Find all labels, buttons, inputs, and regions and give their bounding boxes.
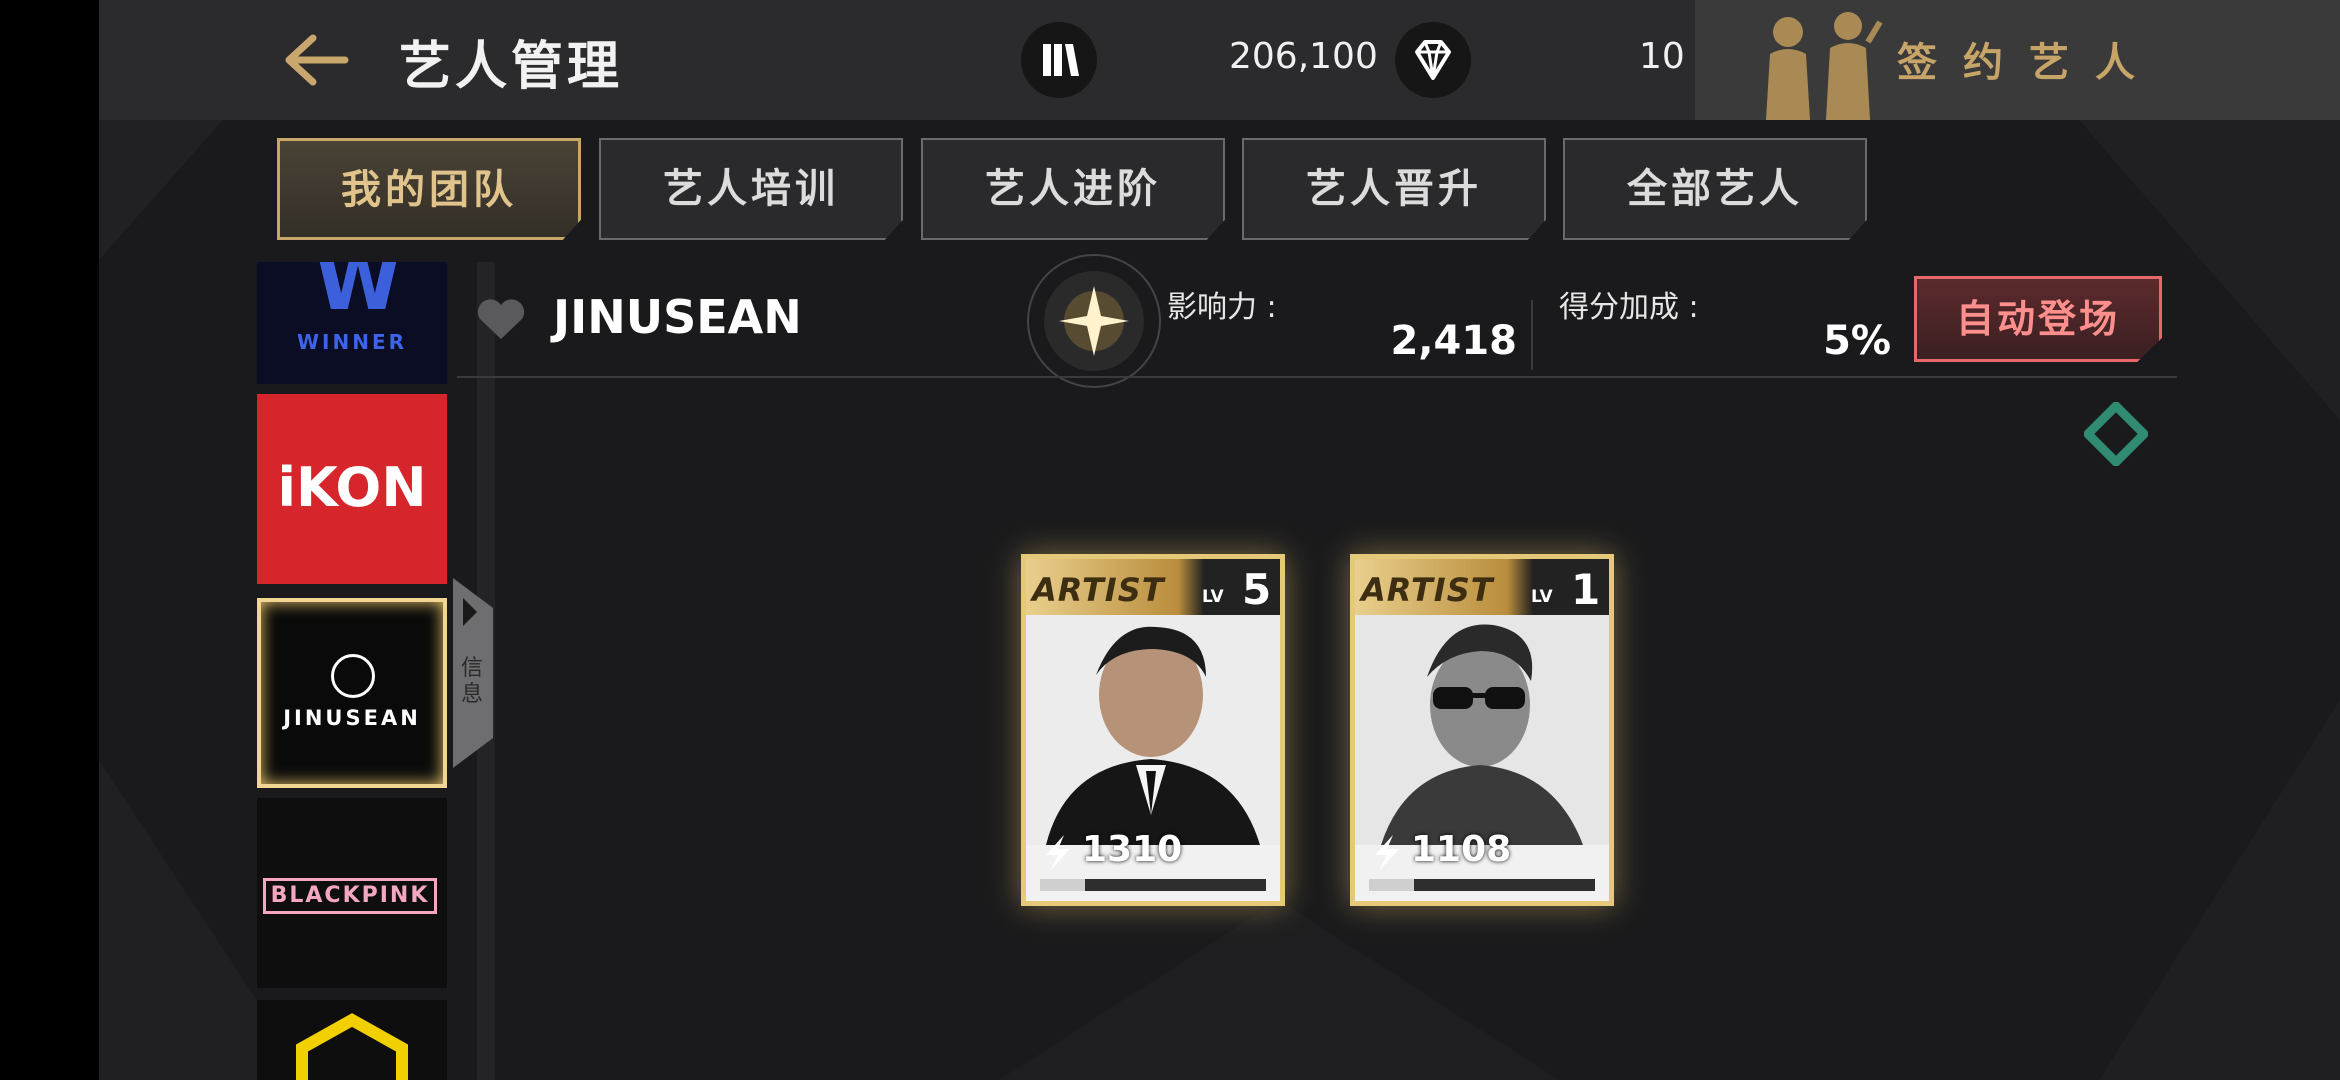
heart-icon[interactable]	[474, 295, 528, 347]
info-side-tab-label: 信息	[461, 656, 484, 707]
bars-icon[interactable]	[1021, 22, 1097, 98]
diamond-outline-glyph	[2081, 399, 2151, 469]
arrow-left-icon	[285, 34, 349, 86]
card-header: ARTIST LV 1	[1355, 559, 1609, 615]
artist-card[interactable]: ARTIST LV 1 1108	[1350, 554, 1614, 906]
diamond-icon[interactable]	[1395, 22, 1471, 98]
artist-portrait	[1026, 615, 1280, 845]
app-root: 艺人管理 206,100 10 签约艺人 我的团队 艺人培训 艺人进阶 艺人晋升…	[99, 0, 2340, 1080]
sign-artist-label: 签约艺人	[1897, 40, 2161, 86]
diamond-icon-glyph	[1415, 40, 1451, 80]
group-label-winner: WINNER	[296, 330, 408, 354]
card-level: 5	[1242, 565, 1272, 614]
header-divider	[457, 376, 2177, 378]
stat-divider	[1531, 300, 1533, 370]
artist-card[interactable]: ARTIST LV 5 1310	[1021, 554, 1285, 906]
card-progress-bar	[1369, 879, 1595, 891]
tab-my-team[interactable]: 我的团队	[277, 138, 581, 240]
diamond-outline-icon[interactable]	[2081, 399, 2151, 469]
star-emblem-icon	[1027, 254, 1161, 388]
card-artist-word: ARTIST	[1361, 571, 1494, 609]
winner-logo-mark: W	[315, 262, 402, 328]
group-item-winner[interactable]: W WINNER	[257, 262, 447, 384]
card-progress-fill	[1369, 879, 1415, 891]
bars-icon-glyph	[1043, 44, 1079, 76]
sign-artist-button[interactable]: 签约艺人	[1695, 0, 2340, 120]
card-level-label: LV	[1531, 587, 1553, 607]
tab-artist-advance[interactable]: 艺人进阶	[921, 138, 1225, 240]
group-item-ikon[interactable]: iKON	[257, 394, 447, 584]
tab-artist-training[interactable]: 艺人培训	[599, 138, 903, 240]
card-level-label: LV	[1202, 587, 1224, 607]
group-item-blackpink[interactable]: BLACKPINK	[257, 798, 447, 988]
tab-all-artists[interactable]: 全部艺人	[1563, 138, 1867, 240]
info-side-tab[interactable]: 信息	[453, 578, 493, 768]
card-level: 1	[1571, 565, 1601, 614]
yg-logo-icon	[296, 1013, 408, 1080]
score-bonus-label: 得分加成 :	[1559, 290, 1699, 325]
group-label-ikon: iKON	[277, 456, 427, 519]
lightning-icon	[1046, 835, 1070, 871]
score-bonus-value: 5%	[1823, 318, 1891, 364]
auto-deploy-button[interactable]: 自动登场	[1914, 276, 2162, 362]
card-progress-bar	[1040, 879, 1266, 891]
heart-icon-glyph	[477, 299, 525, 339]
currency-value: 206,100	[1229, 36, 1378, 77]
singers-silhouette-icon	[1766, 12, 1883, 120]
page-title: 艺人管理	[399, 37, 624, 97]
group-name: JINUSEAN	[553, 290, 802, 344]
card-artist-word: ARTIST	[1032, 571, 1165, 609]
diamond-value: 10	[1639, 36, 1685, 77]
influence-label: 影响力 :	[1167, 290, 1277, 325]
group-label-blackpink: BLACKPINK	[263, 878, 437, 914]
lightning-icon	[1375, 835, 1399, 871]
jinusean-logo-icon	[331, 654, 375, 698]
tab-artist-promotion[interactable]: 艺人晋升	[1242, 138, 1546, 240]
card-header: ARTIST LV 5	[1026, 559, 1280, 615]
group-list[interactable]: W WINNER iKON JINUSEAN BLACKPINK	[257, 262, 447, 1080]
top-bar: 艺人管理 206,100 10 签约艺人	[99, 0, 2340, 120]
back-button[interactable]	[279, 28, 351, 92]
card-power: 1310	[1082, 829, 1183, 870]
card-progress-fill	[1040, 879, 1086, 891]
card-power: 1108	[1411, 829, 1512, 870]
group-label-jinusean: JINUSEAN	[283, 706, 421, 730]
group-item-jinusean[interactable]: JINUSEAN	[257, 598, 447, 788]
group-item-yg[interactable]	[257, 1000, 447, 1080]
artist-portrait	[1355, 615, 1609, 845]
influence-value: 2,418	[1390, 318, 1517, 364]
